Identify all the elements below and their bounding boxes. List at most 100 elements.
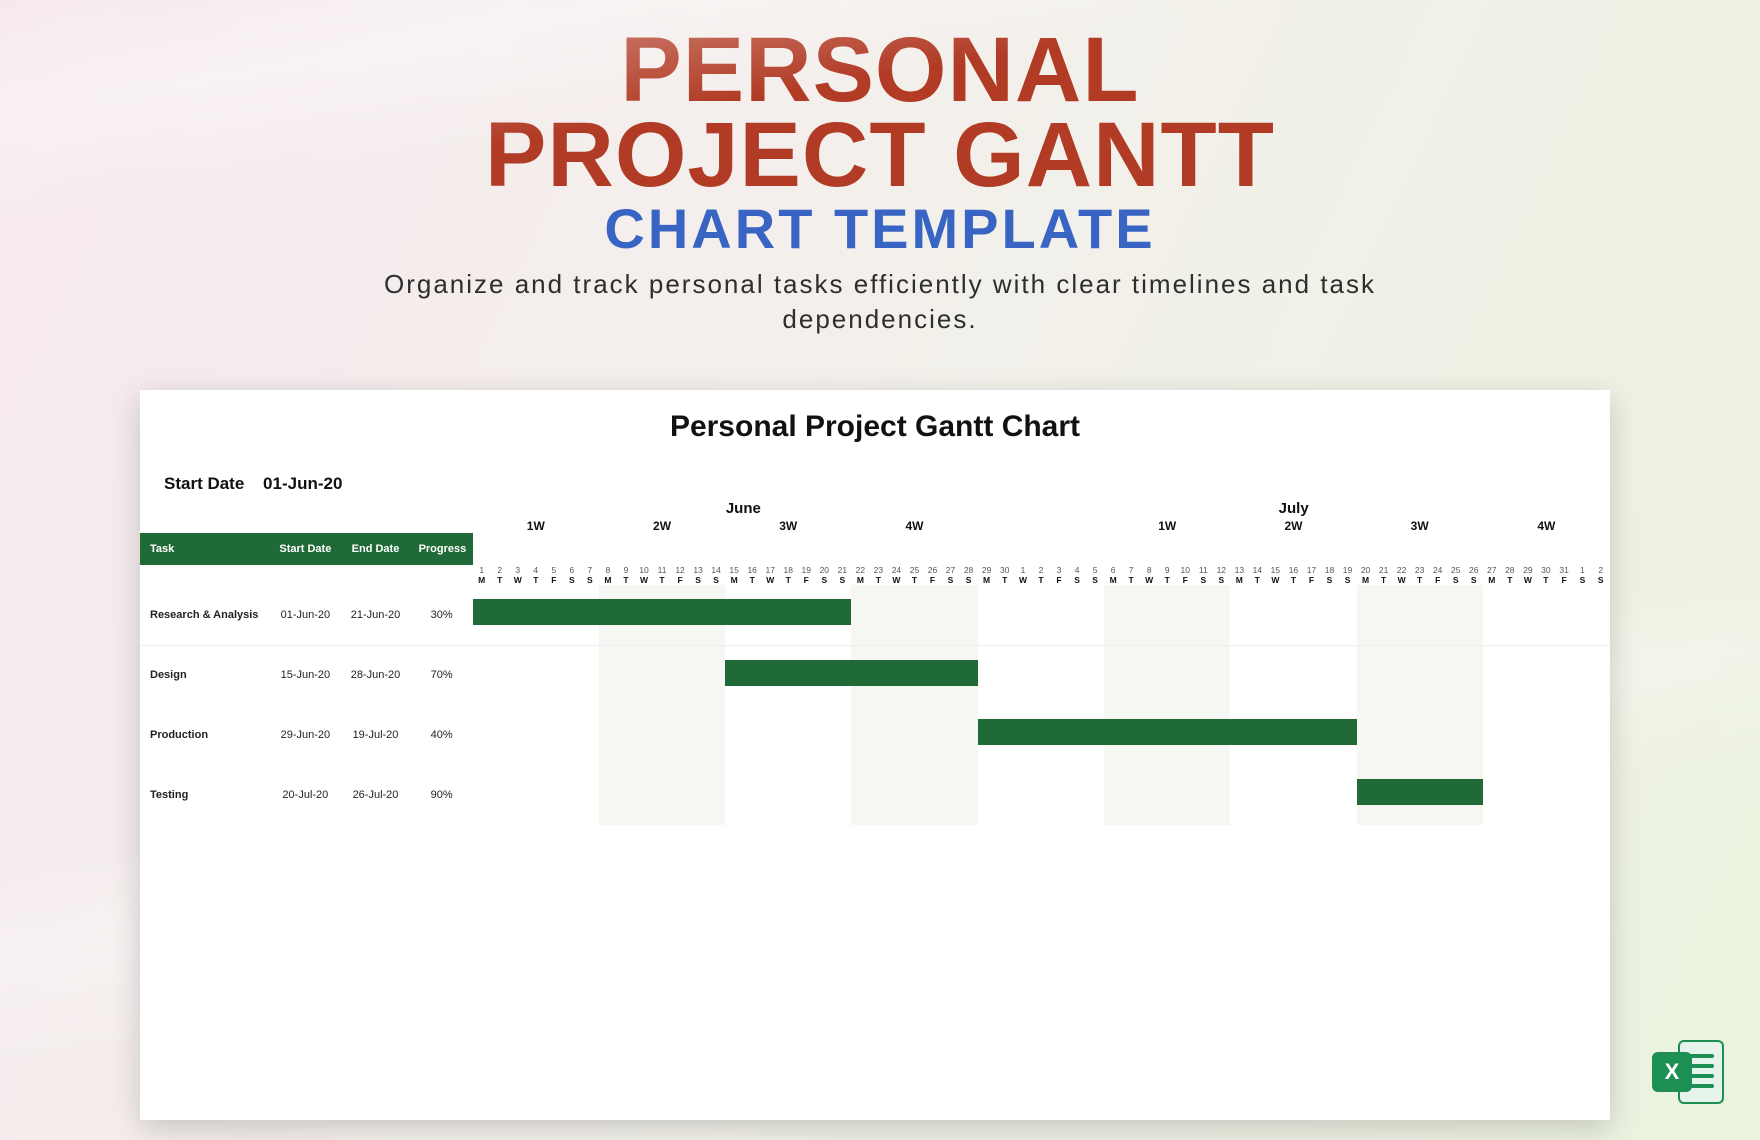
gantt-cell xyxy=(1537,705,1555,765)
gantt-cell xyxy=(671,765,689,825)
gantt-cell xyxy=(1501,705,1519,765)
day-letter: S xyxy=(1320,575,1338,585)
sheet-title: Personal Project Gantt Chart xyxy=(140,410,1610,444)
table-row: Testing20-Jul-2026-Jul-2090% xyxy=(140,765,1610,825)
task-value: 28-Jun-20 xyxy=(340,645,410,705)
day-number: 4 xyxy=(1068,565,1086,575)
day-number: 1 xyxy=(1573,565,1591,575)
day-number: 8 xyxy=(599,565,617,575)
gantt-cell xyxy=(563,705,581,765)
day-number: 13 xyxy=(1230,565,1248,575)
task-value: 15-Jun-20 xyxy=(270,645,340,705)
day-number: 7 xyxy=(581,565,599,575)
gantt-cell xyxy=(869,765,887,825)
gantt-cell xyxy=(1122,585,1140,645)
day-number: 18 xyxy=(1320,565,1338,575)
day-letter: T xyxy=(743,575,761,585)
gantt-cell xyxy=(833,705,851,765)
gantt-cell xyxy=(1140,645,1158,705)
gantt-cell xyxy=(1212,585,1230,645)
week-label: 4W xyxy=(851,519,977,533)
day-number: 2 xyxy=(1591,565,1610,575)
day-number: 13 xyxy=(689,565,707,575)
gantt-cell xyxy=(635,765,653,825)
gantt-cell xyxy=(1284,645,1302,705)
day-number: 17 xyxy=(1302,565,1320,575)
task-value: 90% xyxy=(411,765,473,825)
gantt-cell xyxy=(1393,585,1411,645)
gantt-cell xyxy=(1248,585,1266,645)
gantt-cell xyxy=(1537,645,1555,705)
gantt-cell xyxy=(815,645,833,705)
hero-line3: CHART TEMPLATE xyxy=(0,203,1760,255)
gantt-cell xyxy=(545,765,563,825)
column-header: Start Date xyxy=(270,533,340,565)
gantt-cell xyxy=(653,585,671,645)
day-letter: S xyxy=(1068,575,1086,585)
day-letter: T xyxy=(617,575,635,585)
gantt-cell xyxy=(1393,645,1411,705)
gantt-cell xyxy=(1411,645,1429,705)
gantt-cell xyxy=(725,705,743,765)
day-number: 2 xyxy=(491,565,509,575)
gantt-cell xyxy=(1248,645,1266,705)
day-number: 3 xyxy=(1050,565,1068,575)
spreadsheet-preview: Personal Project Gantt Chart Start Date … xyxy=(140,390,1610,1120)
gantt-cell xyxy=(581,645,599,705)
month-label xyxy=(1573,500,1610,519)
gantt-cell xyxy=(617,585,635,645)
gantt-cell xyxy=(851,705,869,765)
gantt-cell xyxy=(1375,705,1393,765)
gantt-cell xyxy=(960,645,978,705)
gantt-cell xyxy=(1302,705,1320,765)
gantt-cell xyxy=(779,765,797,825)
day-letter: T xyxy=(527,575,545,585)
task-value: 01-Jun-20 xyxy=(270,585,340,645)
excel-letter: X xyxy=(1652,1052,1692,1092)
gantt-cell xyxy=(473,705,491,765)
gantt-cell xyxy=(563,765,581,825)
day-letter: W xyxy=(761,575,779,585)
day-letter: M xyxy=(473,575,491,585)
gantt-cell xyxy=(1429,765,1447,825)
gantt-cell xyxy=(1266,765,1284,825)
gantt-cell xyxy=(1302,585,1320,645)
day-letter: T xyxy=(1284,575,1302,585)
day-letter: M xyxy=(1483,575,1501,585)
day-letter: W xyxy=(1140,575,1158,585)
day-letter: S xyxy=(581,575,599,585)
gantt-cell xyxy=(1483,705,1501,765)
gantt-cell xyxy=(1266,645,1284,705)
gantt-cell xyxy=(1519,705,1537,765)
meta-label: Start Date xyxy=(164,474,244,493)
gantt-cell xyxy=(1573,765,1591,825)
gantt-cell xyxy=(1357,765,1375,825)
gantt-cell xyxy=(869,705,887,765)
gantt-cell xyxy=(473,765,491,825)
day-letter: M xyxy=(1357,575,1375,585)
gantt-cell xyxy=(509,585,527,645)
gantt-cell xyxy=(671,585,689,645)
gantt-cell xyxy=(942,765,960,825)
day-letter: F xyxy=(545,575,563,585)
gantt-cell xyxy=(887,765,905,825)
day-letter: M xyxy=(725,575,743,585)
day-number: 22 xyxy=(851,565,869,575)
gantt-cell xyxy=(1068,585,1086,645)
gantt-cell xyxy=(1429,705,1447,765)
gantt-cell xyxy=(707,705,725,765)
day-number: 30 xyxy=(996,565,1014,575)
gantt-cell xyxy=(491,645,509,705)
gantt-cell xyxy=(1284,705,1302,765)
gantt-cell xyxy=(1050,765,1068,825)
sheet-start-date: Start Date 01-Jun-20 xyxy=(164,474,1610,494)
gantt-cell xyxy=(996,705,1014,765)
gantt-cell xyxy=(960,585,978,645)
day-letter: F xyxy=(1050,575,1068,585)
hero-line1: PERSONAL xyxy=(0,28,1760,113)
gantt-cell xyxy=(1050,585,1068,645)
gantt-cell xyxy=(1032,585,1050,645)
gantt-cell xyxy=(1122,765,1140,825)
gantt-cell xyxy=(1393,765,1411,825)
day-number: 21 xyxy=(1375,565,1393,575)
